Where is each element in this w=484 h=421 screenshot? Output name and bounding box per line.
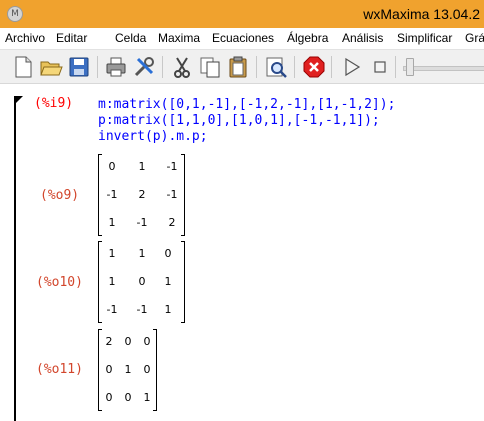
cell-bracket[interactable] (14, 96, 21, 421)
matrix-cell: -1 (101, 303, 123, 316)
maxima-app-icon[interactable]: M (7, 6, 23, 22)
toolbar-separator (162, 56, 163, 78)
preferences-icon[interactable] (132, 55, 156, 79)
matrix-cell: 1 (131, 247, 153, 260)
output-matrix: 2 0 0 0 1 0 0 0 1 (98, 329, 157, 411)
matrix-cell: 0 (136, 335, 158, 348)
output-label: (%o11) (36, 362, 83, 377)
code-line[interactable]: invert(p).m.p; (98, 129, 208, 145)
menu-simplificar[interactable]: Simplificar (397, 31, 452, 45)
play-icon[interactable] (340, 55, 364, 79)
window-title: wxMaxima 13.04.2 (363, 6, 480, 22)
menu-celda[interactable]: Celda (115, 31, 146, 45)
menu-graficos[interactable]: Grá (465, 31, 484, 45)
slider-thumb[interactable] (406, 58, 414, 76)
menu-maxima[interactable]: Maxima (158, 31, 200, 45)
matrix-cell: -1 (131, 303, 153, 316)
menu-editar[interactable]: Editar (56, 31, 87, 45)
title-bar: M wxMaxima 13.04.2 (0, 0, 484, 28)
code-line[interactable]: p:matrix([1,1,0],[1,0,1],[-1,-1,1]); (98, 113, 380, 129)
matrix-cell: 2 (131, 188, 153, 201)
find-icon[interactable] (264, 55, 288, 79)
code-line[interactable]: m:matrix([0,1,-1],[-1,2,-1],[1,-1,2]); (98, 97, 395, 113)
toolbar (0, 49, 484, 84)
print-icon[interactable] (104, 55, 128, 79)
cut-icon[interactable] (170, 55, 194, 79)
output-label: (%o9) (40, 188, 79, 203)
matrix-cell: 1 (131, 160, 153, 173)
matrix-right-bracket (181, 241, 185, 323)
toolbar-separator (395, 56, 396, 78)
paste-icon[interactable] (226, 55, 250, 79)
output-label: (%o10) (36, 275, 83, 290)
cell-bracket-triangle[interactable] (14, 96, 23, 105)
matrix-cell: -1 (131, 216, 153, 229)
toolbar-separator (331, 56, 332, 78)
matrix-cell: 2 (161, 216, 183, 229)
open-folder-icon[interactable] (39, 55, 63, 79)
matrix-cell: 1 (101, 275, 123, 288)
matrix-cell: 1 (157, 303, 179, 316)
worksheet[interactable]: (%i9) m:matrix([0,1,-1],[-1,2,-1],[1,-1,… (0, 84, 484, 419)
matrix-cell: -1 (161, 160, 183, 173)
new-document-icon[interactable] (11, 55, 35, 79)
matrix-cell: 0 (136, 363, 158, 376)
input-label: (%i9) (34, 96, 73, 111)
matrix-cell: 0 (131, 275, 153, 288)
matrix-cell: 0 (157, 247, 179, 260)
output-matrix: 1 1 0 1 0 1 -1 -1 1 (98, 241, 185, 323)
output-matrix: 0 1 -1 -1 2 -1 1 -1 2 (98, 154, 185, 236)
copy-icon[interactable] (198, 55, 222, 79)
menu-archivo[interactable]: Archivo (5, 31, 45, 45)
save-icon[interactable] (67, 55, 91, 79)
menu-analisis[interactable]: Análisis (342, 31, 383, 45)
animation-slider[interactable] (403, 66, 484, 71)
menu-bar: Archivo Editar Celda Maxima Ecuaciones Á… (0, 28, 484, 49)
matrix-cell: -1 (161, 188, 183, 201)
matrix-cell: -1 (101, 188, 123, 201)
stop-icon[interactable] (368, 55, 392, 79)
toolbar-separator (294, 56, 295, 78)
toolbar-separator (97, 56, 98, 78)
menu-algebra[interactable]: Álgebra (287, 31, 328, 45)
matrix-cell: 0 (101, 160, 123, 173)
matrix-cell: 1 (136, 391, 158, 404)
toolbar-separator (256, 56, 257, 78)
matrix-cell: 1 (101, 216, 123, 229)
interrupt-icon[interactable] (302, 55, 326, 79)
matrix-cell: 1 (101, 247, 123, 260)
matrix-cell: 1 (157, 275, 179, 288)
menu-ecuaciones[interactable]: Ecuaciones (212, 31, 274, 45)
